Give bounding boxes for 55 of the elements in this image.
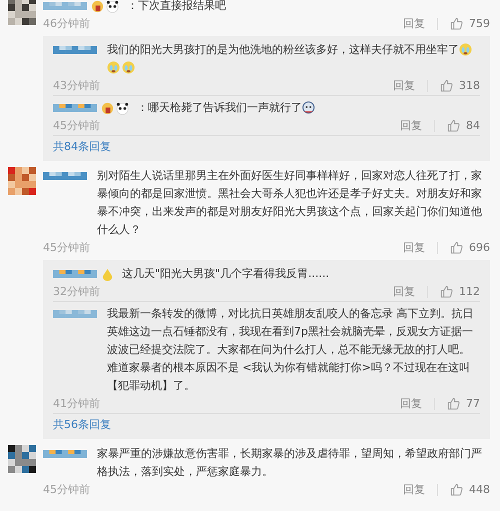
- comment-text: 这几天"阳光大男孩"几个字看得我反胃......: [122, 267, 330, 280]
- like-count: 77: [466, 397, 480, 410]
- panda-icon: [116, 102, 129, 114]
- thumbs-up-icon[interactable]: [450, 241, 463, 254]
- like-count: 318: [459, 79, 480, 92]
- round-face-icon: [302, 101, 315, 114]
- thumbs-up-icon[interactable]: [450, 17, 463, 30]
- crying-face-icon: [122, 61, 135, 74]
- like-count: 759: [469, 17, 490, 30]
- timestamp: 43分钟前: [53, 78, 101, 93]
- blurred-username-drawing: [43, 172, 87, 180]
- comment-text: ：哪天枪毙了告诉我们一声就行了: [137, 101, 302, 114]
- reply-link[interactable]: 回复: [393, 78, 415, 93]
- timestamp: 45分钟前: [53, 118, 101, 133]
- blurred-username-drawing: [53, 270, 97, 278]
- blurred-username-drawing: [53, 104, 97, 112]
- crying-face-icon: [107, 61, 120, 74]
- blurred-username-drawing: [53, 46, 97, 54]
- comment-text: 我最新一条转发的微博，对比抗日英雄朋友乱咬人的备忘录 高下立判。抗日英雄这边一点石锤都没有，我现在看到7p黑社会就脑壳晕，反观女方证据一波波已经提交法院了。大家都在问为什么打人，总不能无缘无故的打人吧。难道家暴者的根本原因不是 <我认为你有错就能打你>吗？不过现在在这叫【犯罪动机】了。: [107, 307, 474, 392]
- thumbs-up-icon[interactable]: [447, 397, 460, 410]
- like-count: 84: [466, 119, 480, 132]
- timestamp: 45分钟前: [43, 240, 91, 255]
- thumbs-up-icon[interactable]: [440, 285, 453, 298]
- badge-icon: [101, 102, 114, 114]
- timestamp: 46分钟前: [43, 16, 91, 31]
- reply-link[interactable]: 回复: [393, 284, 415, 299]
- timestamp: 32分钟前: [53, 284, 101, 299]
- thumbs-up-icon[interactable]: [447, 119, 460, 132]
- timestamp: 45分钟前: [43, 482, 91, 497]
- more-replies-link[interactable]: 共84条回复: [53, 136, 480, 159]
- blurred-avatar-drawing: [8, 167, 36, 195]
- blurred-username-drawing: [53, 310, 97, 318]
- crying-face-icon: [459, 43, 472, 56]
- blurred-username-drawing: [43, 450, 87, 458]
- comment-text: 别对陌生人说话里那男主在外面好医生好同事样样好，回家对恋人往死了打，家暴倾向的都是回家泄愤。黑社会大哥杀人犯也许还是孝子好丈夫。对朋友好和家暴不冲突，出来发声的都是对朋友好阳光大男孩这个点，回家关起门你们知道他什么人？: [97, 169, 482, 236]
- comment-text: 家暴严重的涉嫌故意伤害罪，长期家暴的涉及虐待罪，望周知，希望政府部门严格执法，落到实处，严惩家庭暴力。: [97, 447, 482, 478]
- badge-icon: [91, 0, 104, 12]
- comment-text: ：下次直接报结果吧: [127, 0, 226, 12]
- blurred-avatar-drawing: [8, 0, 36, 25]
- thumbs-up-icon[interactable]: [440, 79, 453, 92]
- more-replies-link[interactable]: 共56条回复: [53, 414, 480, 437]
- blurred-username-drawing: [43, 2, 87, 10]
- reply-link[interactable]: 回复: [403, 240, 425, 255]
- reply-link[interactable]: 回复: [400, 118, 422, 133]
- reply-link[interactable]: 回复: [403, 482, 425, 497]
- timestamp: 41分钟前: [53, 396, 101, 411]
- blurred-avatar-drawing: [8, 445, 36, 473]
- like-count: 448: [469, 483, 490, 496]
- thumbs-up-icon[interactable]: [450, 483, 463, 496]
- like-count: 112: [459, 285, 480, 298]
- reply-link[interactable]: 回复: [400, 396, 422, 411]
- comment-text: 我们的阳光大男孩打的是为他洗地的粉丝该多好，这样夫仔就不用坐牢了: [107, 43, 459, 56]
- like-count: 696: [469, 241, 490, 254]
- drop-icon: [101, 268, 114, 280]
- reply-link[interactable]: 回复: [403, 16, 425, 31]
